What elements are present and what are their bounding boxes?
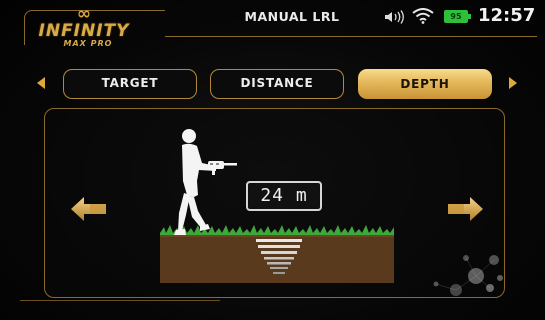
- clock: 12:57: [478, 5, 536, 26]
- arrow-right-icon[interactable]: [446, 196, 484, 222]
- speaker-icon[interactable]: [383, 10, 405, 24]
- battery-indicator: 95: [444, 10, 474, 23]
- arrow-left-icon[interactable]: [70, 196, 108, 222]
- chevron-left-icon[interactable]: [37, 77, 45, 89]
- chevron-right-icon[interactable]: [509, 77, 517, 89]
- header-divider: [165, 36, 537, 37]
- bokeh-decoration: [433, 255, 503, 296]
- battery-level: 95: [450, 12, 462, 21]
- logo: ∞ INFINITY MAX PRO: [24, 4, 165, 48]
- battery-tip: [468, 14, 471, 19]
- app-frame: ∞ INFINITY MAX PRO MANUAL LRL 95 12:57 T…: [0, 0, 545, 320]
- logo-infinity-mark: ∞: [76, 4, 92, 24]
- bottom-divider: [20, 300, 220, 301]
- logo-name: INFINITY: [38, 21, 130, 41]
- tab-target[interactable]: TARGET: [63, 69, 197, 99]
- tab-distance[interactable]: DISTANCE: [210, 69, 344, 99]
- depth-value-display: 24 m: [246, 181, 322, 211]
- header: ∞ INFINITY MAX PRO MANUAL LRL 95 12:57: [0, 0, 545, 48]
- logo-subtitle: MAX PRO: [63, 39, 113, 48]
- tab-depth[interactable]: DEPTH: [358, 69, 492, 99]
- page-title: MANUAL LRL: [244, 9, 340, 24]
- wifi-icon[interactable]: [412, 8, 434, 24]
